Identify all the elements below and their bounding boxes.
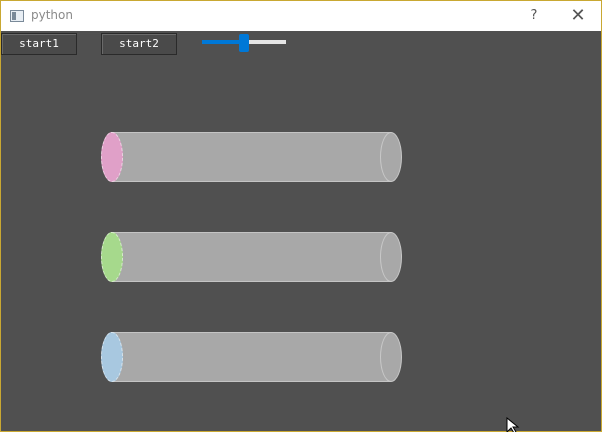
window-title: python [31,8,73,22]
help-button[interactable]: ? [521,1,547,31]
progress-cylinder-3 [101,332,403,384]
cylinder-cap [101,232,123,282]
slider-handle[interactable] [239,34,249,52]
close-button[interactable]: ✕ [557,1,599,31]
window-icon [10,10,24,22]
progress-cylinder-2 [101,232,403,284]
cylinder-end [380,132,402,182]
start2-button[interactable]: start2 [101,33,177,55]
title-bar[interactable]: python ? ✕ [1,1,601,31]
cylinder-body [111,132,391,182]
start1-button[interactable]: start1 [1,33,77,55]
cylinder-body [111,232,391,282]
progress-cylinder-1 [101,132,403,184]
mouse-cursor-icon [506,417,520,432]
cylinder-end [380,232,402,282]
horizontal-slider[interactable] [201,34,287,52]
cylinder-cap [101,132,123,182]
cylinder-cap [101,332,123,382]
cylinder-end [380,332,402,382]
cylinder-body [111,332,391,382]
app-window: python ? ✕ start1 start2 [0,0,602,432]
slider-fill [202,40,239,44]
